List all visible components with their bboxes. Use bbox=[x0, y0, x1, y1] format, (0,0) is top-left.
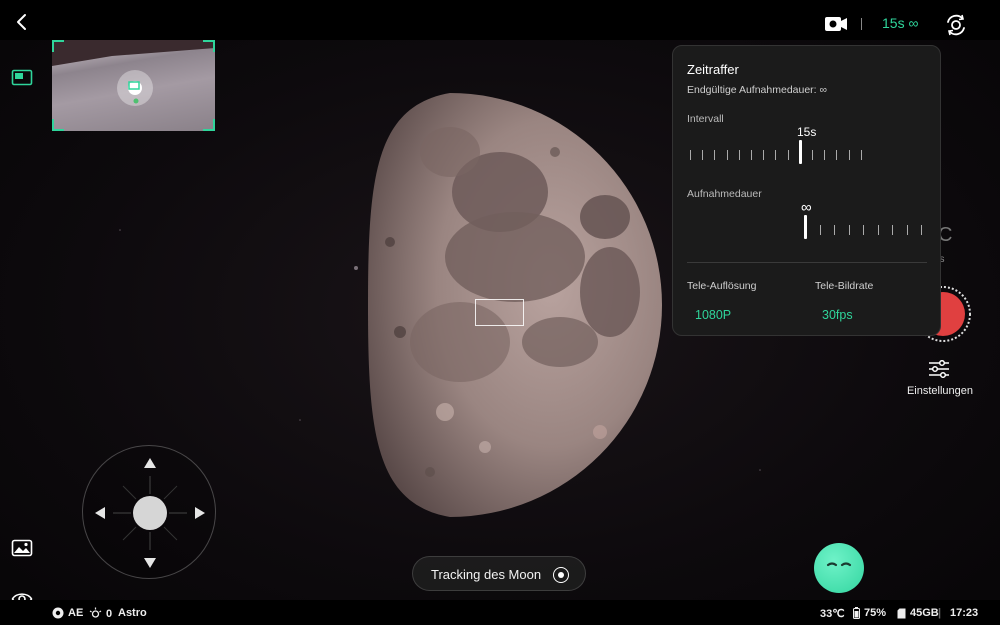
slider-tick bbox=[787, 150, 789, 160]
temperature: 33℃ bbox=[820, 608, 845, 620]
interval-slider[interactable] bbox=[690, 134, 870, 164]
joystick-knob[interactable] bbox=[133, 496, 167, 530]
slider-tick bbox=[751, 150, 752, 160]
slider-tick bbox=[726, 150, 728, 160]
settings-label: Einstellungen bbox=[906, 385, 974, 397]
slider-thumb[interactable] bbox=[804, 215, 807, 239]
slider-tick bbox=[863, 225, 864, 235]
arrow-left-icon[interactable] bbox=[95, 507, 105, 519]
battery-icon bbox=[853, 607, 860, 619]
thumbnail-scene bbox=[52, 40, 215, 106]
slider-tick bbox=[848, 225, 850, 235]
brightness-icon bbox=[89, 607, 102, 618]
slider-tick bbox=[819, 225, 821, 235]
aperture-icon bbox=[52, 607, 64, 619]
brightness-value: 0 bbox=[106, 607, 113, 620]
gallery-icon[interactable] bbox=[11, 538, 33, 558]
slider-tick bbox=[702, 150, 704, 160]
camera-viewfinder[interactable]: 15s ∞ Tracking des Moon C Einstellungen … bbox=[0, 0, 1000, 625]
slider-tick bbox=[812, 150, 813, 160]
target-icon[interactable] bbox=[553, 567, 569, 583]
top-bar: 15s ∞ bbox=[0, 0, 1000, 40]
panel-title: Zeitraffer bbox=[687, 62, 739, 77]
slider-tick bbox=[892, 225, 893, 235]
sd-card-icon bbox=[897, 608, 906, 618]
slider-tick bbox=[824, 150, 826, 160]
clock: 17:23 bbox=[950, 607, 979, 619]
panel-divider bbox=[687, 262, 927, 263]
thumb-corner bbox=[203, 119, 215, 131]
tracking-label: Tracking des Moon bbox=[431, 567, 542, 582]
tracking-pill[interactable]: Tracking des Moon bbox=[412, 556, 586, 591]
slider-tick bbox=[877, 225, 879, 235]
slider-tick bbox=[860, 150, 862, 160]
battery-value: 75% bbox=[864, 607, 887, 619]
slider-tick bbox=[906, 225, 908, 235]
status-separator: | bbox=[938, 607, 942, 619]
slider-tick bbox=[834, 225, 835, 235]
bottom-status-bar: AE 0 Astro 33℃ 75% 45GB | 17:23 bbox=[0, 600, 1000, 625]
thumb-corner bbox=[203, 40, 215, 52]
brightness-indicator[interactable]: 0 bbox=[89, 607, 112, 620]
ae-indicator[interactable]: AE bbox=[52, 607, 83, 619]
slider-tick bbox=[848, 150, 850, 160]
slider-tick bbox=[836, 150, 838, 160]
battery-indicator: 75% bbox=[853, 607, 886, 619]
timelapse-status[interactable]: 15s ∞ bbox=[882, 15, 918, 31]
duration-label: Aufnahmedauer bbox=[687, 188, 762, 200]
framerate-value[interactable]: 30fps bbox=[822, 308, 853, 322]
mode-label: Astro bbox=[118, 607, 147, 619]
assistant-face-button[interactable] bbox=[814, 543, 864, 593]
storage-value: 45GB bbox=[910, 607, 939, 619]
video-mode-icon[interactable] bbox=[824, 15, 848, 33]
ae-label: AE bbox=[68, 607, 84, 619]
arrow-right-icon[interactable] bbox=[195, 507, 205, 519]
thumb-corner bbox=[52, 40, 64, 52]
arrow-up-icon[interactable] bbox=[144, 458, 156, 468]
sliders-icon bbox=[929, 360, 949, 378]
settings-button[interactable]: Einstellungen bbox=[900, 358, 980, 402]
pip-icon[interactable] bbox=[11, 68, 33, 88]
timelapse-panel: Zeitraffer Endgültige Aufnahmedauer: ∞ I… bbox=[672, 45, 941, 336]
moon-image bbox=[368, 93, 662, 517]
thumb-corner bbox=[52, 119, 64, 131]
wide-angle-thumbnail[interactable] bbox=[52, 40, 215, 131]
direction-joystick[interactable] bbox=[82, 445, 216, 579]
final-duration-label: Endgültige Aufnahmedauer: ∞ bbox=[687, 84, 828, 96]
slider-tick bbox=[775, 150, 777, 160]
face-icon bbox=[826, 562, 852, 567]
slider-tick bbox=[921, 225, 922, 235]
interval-label: Intervall bbox=[687, 113, 724, 125]
storage-indicator: 45GB bbox=[897, 607, 939, 619]
slider-thumb[interactable] bbox=[798, 140, 802, 164]
back-icon[interactable] bbox=[12, 12, 32, 32]
duration-slider[interactable] bbox=[804, 209, 925, 239]
slider-tick bbox=[714, 150, 716, 160]
slider-tick bbox=[690, 150, 691, 160]
tracking-target-box[interactable] bbox=[475, 299, 524, 326]
resolution-value[interactable]: 1080P bbox=[695, 308, 731, 322]
resolution-label: Tele-Auflösung bbox=[687, 280, 757, 292]
arrow-down-icon[interactable] bbox=[144, 558, 156, 568]
slider-tick bbox=[763, 150, 765, 160]
slider-tick bbox=[738, 150, 740, 160]
rotate-lens-icon[interactable] bbox=[945, 14, 967, 36]
framerate-label: Tele-Bildrate bbox=[815, 280, 874, 292]
top-separator bbox=[861, 18, 862, 30]
